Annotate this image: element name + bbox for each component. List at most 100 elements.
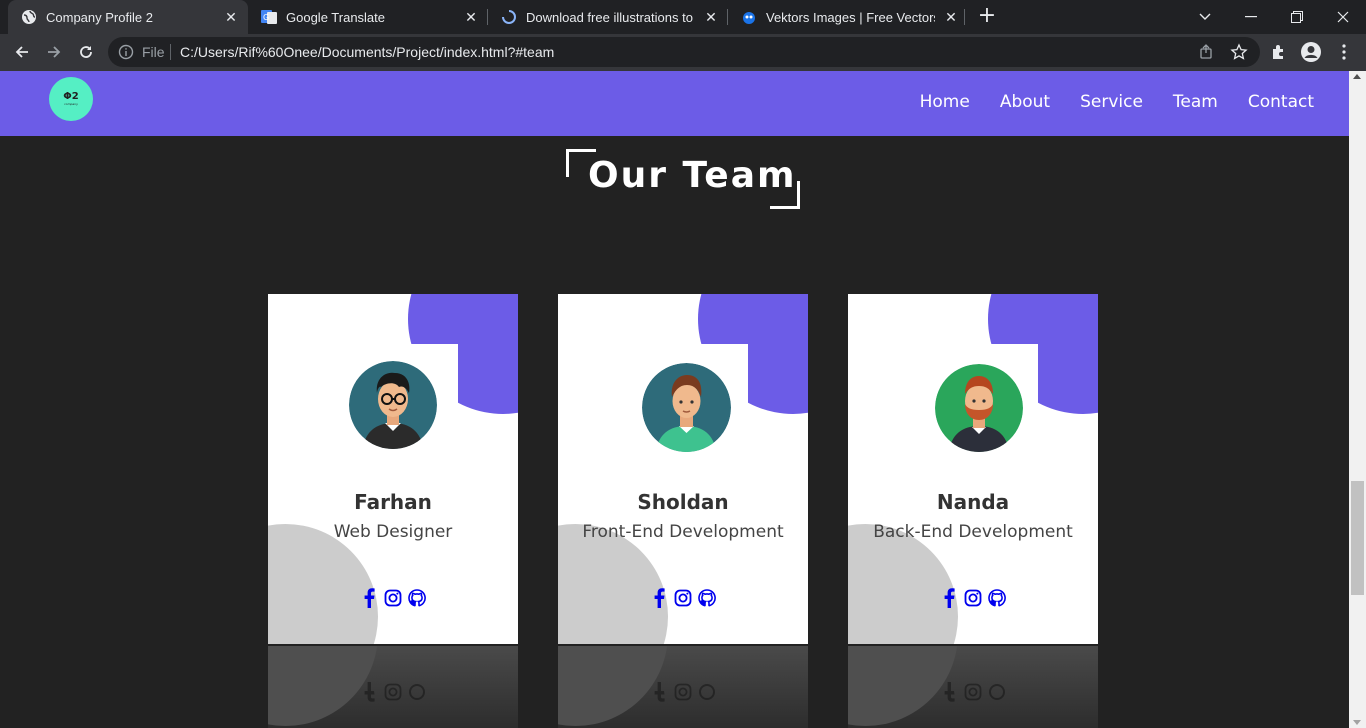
github-icon: [987, 682, 1007, 702]
tab-download-illustrations[interactable]: Download free illustrations to po ✕: [488, 0, 728, 34]
logo-text: Φ2: [63, 91, 79, 102]
tab-title: Company Profile 2: [46, 9, 153, 25]
tab-vektors-images[interactable]: Vektors Images | Free Vectors, St ✕: [728, 0, 968, 34]
instagram-icon: [673, 682, 693, 702]
facebook-icon: [939, 682, 959, 702]
back-button[interactable]: [7, 37, 37, 67]
facebook-icon[interactable]: [649, 588, 669, 608]
browser-toolbar: File C:/Users/Rif%60Onee/Documents/Proje…: [0, 34, 1366, 71]
scheme-label: File: [142, 44, 165, 60]
card-reflection: [558, 646, 808, 728]
reflection-social-links: [558, 682, 808, 702]
close-tab-icon[interactable]: ✕: [943, 9, 959, 25]
close-window-button[interactable]: [1320, 0, 1366, 34]
profile-avatar-icon[interactable]: [1300, 41, 1322, 63]
vektors-icon: [741, 9, 757, 25]
social-links: [268, 588, 518, 608]
github-icon[interactable]: [697, 588, 717, 608]
member-role: Web Designer: [333, 522, 453, 542]
logo-subtext: company: [64, 102, 78, 106]
site-navbar: Φ2 company Home About Service Team Conta…: [0, 71, 1349, 136]
globe-icon: [21, 9, 37, 25]
avatar-bearded-icon: [935, 364, 1023, 452]
github-icon[interactable]: [987, 588, 1007, 608]
restore-button[interactable]: [1274, 0, 1320, 34]
nav-link-contact[interactable]: Contact: [1248, 92, 1314, 112]
new-tab-button[interactable]: +: [975, 5, 999, 29]
member-name: Farhan: [354, 490, 432, 514]
tab-title: Vektors Images | Free Vectors, St: [766, 9, 935, 25]
card-reflection: [268, 646, 518, 728]
svg-text:G: G: [263, 13, 269, 22]
instagram-icon[interactable]: [673, 588, 693, 608]
instagram-icon[interactable]: [963, 588, 983, 608]
reflection-social-links: [848, 682, 1098, 702]
member-role: Back-End Development: [873, 522, 1073, 542]
social-links: [848, 588, 1098, 608]
social-links: [558, 588, 808, 608]
tab-company-profile[interactable]: Company Profile 2 ✕: [8, 0, 248, 34]
minimize-button[interactable]: [1228, 0, 1274, 34]
reload-button[interactable]: [71, 37, 101, 67]
page-viewport: Φ2 company Home About Service Team Conta…: [0, 71, 1349, 728]
omnibox-separator: [170, 44, 171, 60]
card-decoration-grey: [558, 524, 668, 644]
card-decoration-grey: [848, 524, 958, 644]
bookmark-star-icon[interactable]: [1230, 43, 1248, 61]
member-name: Nanda: [936, 490, 1010, 514]
tab-title: Download free illustrations to po: [526, 9, 695, 25]
site-info-icon[interactable]: [118, 44, 134, 60]
team-card-sholdan: Sholdan Front-End Development: [558, 294, 808, 644]
forward-arrow-icon: [48, 46, 61, 58]
url-text[interactable]: C:/Users/Rif%60Onee/Documents/Project/in…: [180, 44, 554, 60]
section-title: Our Team: [588, 155, 797, 196]
tab-title: Google Translate: [286, 9, 386, 25]
extensions-puzzle-icon[interactable]: [1268, 41, 1290, 63]
close-tab-icon[interactable]: ✕: [223, 9, 239, 25]
kebab-menu-icon[interactable]: [1333, 41, 1355, 63]
instagram-icon[interactable]: [383, 588, 403, 608]
site-menu: Home About Service Team Contact: [920, 92, 1314, 112]
avatar-green-shirt-icon: [642, 363, 731, 452]
nav-link-home[interactable]: Home: [920, 92, 970, 112]
section-heading: Our Team: [566, 149, 800, 209]
nav-link-team[interactable]: Team: [1173, 92, 1218, 112]
tab-separator: [964, 9, 965, 25]
github-icon: [697, 682, 717, 702]
close-tab-icon[interactable]: ✕: [703, 9, 719, 25]
team-card-farhan: Farhan Web Designer: [268, 294, 518, 644]
nav-link-about[interactable]: About: [1000, 92, 1050, 112]
facebook-icon: [649, 682, 669, 702]
browser-tab-strip: Company Profile 2 ✕ G Google Translate ✕…: [0, 0, 1366, 34]
avatar-glasses-icon: [349, 361, 437, 449]
forward-button[interactable]: [39, 37, 69, 67]
github-icon: [407, 682, 427, 702]
facebook-icon[interactable]: [939, 588, 959, 608]
tab-search-chevron-icon[interactable]: [1182, 0, 1228, 34]
google-translate-icon: G: [261, 9, 277, 25]
reload-icon: [80, 46, 92, 58]
scroll-down-arrow-icon[interactable]: [1353, 720, 1361, 725]
tab-google-translate[interactable]: G Google Translate ✕: [248, 0, 488, 34]
member-role: Front-End Development: [582, 522, 784, 542]
instagram-icon: [963, 682, 983, 702]
facebook-icon[interactable]: [359, 588, 379, 608]
loading-spinner-icon: [501, 9, 517, 25]
team-card-nanda: Nanda Back-End Development: [848, 294, 1098, 644]
instagram-icon: [383, 682, 403, 702]
close-tab-icon[interactable]: ✕: [463, 9, 479, 25]
nav-link-service[interactable]: Service: [1080, 92, 1143, 112]
address-bar[interactable]: File C:/Users/Rif%60Onee/Documents/Proje…: [108, 37, 1260, 67]
member-name: Sholdan: [637, 490, 729, 514]
page-scrollbar[interactable]: [1349, 71, 1366, 728]
site-logo[interactable]: Φ2 company: [49, 77, 93, 121]
scrollbar-thumb[interactable]: [1351, 481, 1364, 595]
share-icon[interactable]: [1198, 43, 1216, 61]
card-reflection: [848, 646, 1098, 728]
reflection-social-links: [268, 682, 518, 702]
back-arrow-icon: [15, 46, 28, 58]
card-decoration-grey: [268, 524, 378, 644]
facebook-icon: [359, 682, 379, 702]
scroll-up-arrow-icon[interactable]: [1353, 74, 1361, 79]
github-icon[interactable]: [407, 588, 427, 608]
